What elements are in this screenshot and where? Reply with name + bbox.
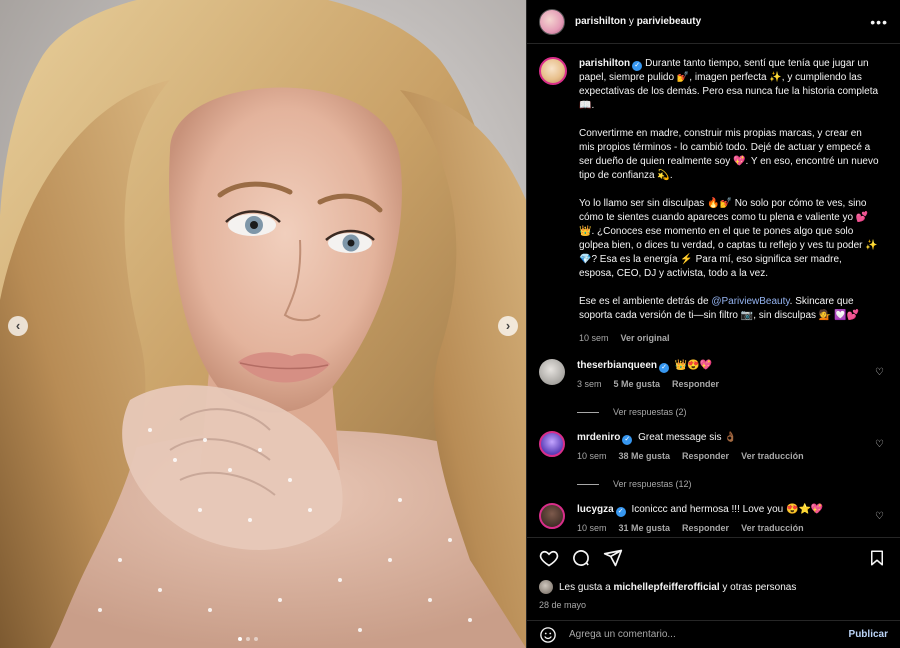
verified-badge-icon: ✓ — [632, 61, 643, 71]
comment-icon[interactable] — [571, 548, 591, 568]
portrait-image — [0, 0, 526, 648]
see-original-link[interactable]: Ver original — [621, 331, 670, 345]
reply-button[interactable]: Responder — [682, 451, 729, 461]
liker-username[interactable]: michellepfeifferofficial — [613, 582, 719, 593]
author-username[interactable]: parishilton — [575, 16, 626, 27]
caption-mention[interactable]: @PariviewBeauty — [711, 296, 789, 307]
comments-scroll-area[interactable]: parishilton ✓ Durante tanto tiempo, sentí … — [527, 45, 900, 537]
replies-divider — [577, 483, 599, 485]
carousel-dot — [246, 637, 250, 641]
collab-username[interactable]: pariviebeauty — [637, 16, 701, 27]
replies-divider — [577, 411, 599, 413]
carousel-dot — [238, 637, 242, 641]
caption-paragraph-4: Ese es el ambiente detrás de @PariviewBe… — [579, 295, 879, 323]
post-date: 28 de mayo — [539, 600, 587, 610]
comment-content: 👑😍💖 — [674, 360, 713, 371]
post-caption-block: parishilton ✓ Durante tanto tiempo, sentí … — [539, 57, 888, 345]
comment-text: mrdeniro ✓ Great message sis 👌🏾 — [577, 431, 867, 445]
bookmark-icon[interactable] — [868, 548, 886, 568]
caption-username[interactable]: parishilton — [579, 58, 630, 69]
comment-content: Great message sis 👌🏾 — [638, 432, 737, 443]
like-comment-heart-icon[interactable]: ♡ — [875, 367, 884, 378]
comment-body: lucygza ✓ Iconiccc and hermosa !!! Love y… — [577, 503, 867, 533]
caption-meta: 10 sem Ver original — [579, 331, 879, 345]
commenter-avatar[interactable] — [539, 359, 565, 385]
author-names: parishilton y pariviebeauty — [575, 16, 701, 27]
comment-likes[interactable]: 5 Me gusta — [614, 379, 661, 389]
translate-link[interactable]: Ver traducción — [741, 523, 804, 533]
comment-content: Iconiccc and hermosa !!! Love you 😍⭐💖 — [631, 504, 824, 515]
author-connector: y — [626, 16, 637, 27]
verified-badge-icon: ✓ — [659, 363, 670, 373]
view-replies[interactable]: Ver respuestas (12) — [577, 479, 888, 489]
reply-button[interactable]: Responder — [682, 523, 729, 533]
comment-time: 3 sem — [577, 379, 602, 389]
verified-badge-icon: ✓ — [615, 507, 626, 517]
instagram-post-view: ‹ › parishilton y pariviebeauty ••• pari… — [0, 0, 900, 648]
caption-avatar[interactable] — [539, 57, 567, 85]
likes-summary[interactable]: Les gusta a michellepfeifferofficial y o… — [539, 580, 886, 594]
caption-text: parishilton ✓ Durante tanto tiempo, sentí … — [579, 57, 879, 345]
comment-item: mrdeniro ✓ Great message sis 👌🏾 10 sem 38… — [539, 431, 888, 461]
post-side-panel: parishilton y pariviebeauty ••• parishil… — [526, 0, 900, 648]
action-icons — [539, 546, 886, 570]
caption-time: 10 sem — [579, 333, 609, 343]
likes-suffix: y otras personas — [719, 581, 797, 593]
caption-paragraph: parishilton ✓ Durante tanto tiempo, sentí … — [579, 57, 879, 113]
comment-composer: Agrega un comentario... Publicar — [527, 620, 900, 648]
post-header: parishilton y pariviebeauty ••• — [527, 0, 900, 44]
view-replies-label[interactable]: Ver respuestas (2) — [613, 407, 687, 417]
commenter-avatar[interactable] — [539, 431, 565, 457]
comment-likes[interactable]: 31 Me gusta — [619, 523, 671, 533]
likes-prefix: Les gusta a — [559, 581, 614, 593]
comment-text: lucygza ✓ Iconiccc and hermosa !!! Love y… — [577, 503, 867, 517]
reply-button[interactable]: Responder — [672, 379, 719, 389]
view-replies-label[interactable]: Ver respuestas (12) — [613, 479, 692, 489]
caption-last-prefix: Ese es el ambiente detrás de — [579, 296, 712, 307]
comment-body: theserbianqueen ✓ 👑😍💖 3 sem 5 Me gusta Re… — [577, 359, 867, 389]
like-heart-icon[interactable] — [539, 548, 559, 568]
verified-badge-icon: ✓ — [622, 435, 633, 445]
comment-item: lucygza ✓ Iconiccc and hermosa !!! Love y… — [539, 503, 888, 533]
comment-time: 10 sem — [577, 523, 607, 533]
likes-text: Les gusta a michellepfeifferofficial y o… — [559, 582, 796, 593]
liker-avatar — [539, 580, 553, 594]
carousel-next-button[interactable]: › — [498, 316, 518, 336]
post-photo[interactable]: ‹ › — [0, 0, 526, 648]
comment-likes[interactable]: 38 Me gusta — [619, 451, 671, 461]
like-comment-heart-icon[interactable]: ♡ — [875, 511, 884, 522]
author-avatar[interactable] — [539, 8, 565, 35]
comment-item: theserbianqueen ✓ 👑😍💖 3 sem 5 Me gusta Re… — [539, 359, 888, 389]
commenter-avatar[interactable] — [539, 503, 565, 529]
post-actions: Les gusta a michellepfeifferofficial y o… — [527, 537, 900, 610]
comment-meta: 3 sem 5 Me gusta Responder — [577, 379, 867, 389]
carousel-indicator — [238, 637, 258, 641]
commenter-username[interactable]: theserbianqueen — [577, 360, 657, 371]
share-send-icon[interactable] — [603, 548, 623, 568]
comment-input[interactable]: Agrega un comentario... — [569, 629, 849, 640]
carousel-dot — [254, 637, 258, 641]
comment-meta: 10 sem 31 Me gusta Responder Ver traducc… — [577, 523, 867, 533]
more-horizontal-icon[interactable]: ••• — [870, 14, 888, 30]
commenter-username[interactable]: mrdeniro — [577, 432, 620, 443]
caption-paragraph-2: Convertirme en madre, construir mis prop… — [579, 128, 879, 181]
view-replies[interactable]: Ver respuestas (2) — [577, 407, 888, 417]
caption-paragraph-3: Yo lo llamo ser sin disculpas 🔥💅 No solo… — [579, 198, 878, 279]
comment-time: 10 sem — [577, 451, 607, 461]
emoji-icon[interactable] — [539, 626, 557, 644]
comment-meta: 10 sem 38 Me gusta Responder Ver traducc… — [577, 451, 867, 461]
commenter-username[interactable]: lucygza — [577, 504, 614, 515]
publish-button[interactable]: Publicar — [849, 629, 888, 640]
translate-link[interactable]: Ver traducción — [741, 451, 804, 461]
comment-body: mrdeniro ✓ Great message sis 👌🏾 10 sem 38… — [577, 431, 867, 461]
carousel-prev-button[interactable]: ‹ — [8, 316, 28, 336]
comment-text: theserbianqueen ✓ 👑😍💖 — [577, 359, 867, 373]
like-comment-heart-icon[interactable]: ♡ — [875, 439, 884, 450]
